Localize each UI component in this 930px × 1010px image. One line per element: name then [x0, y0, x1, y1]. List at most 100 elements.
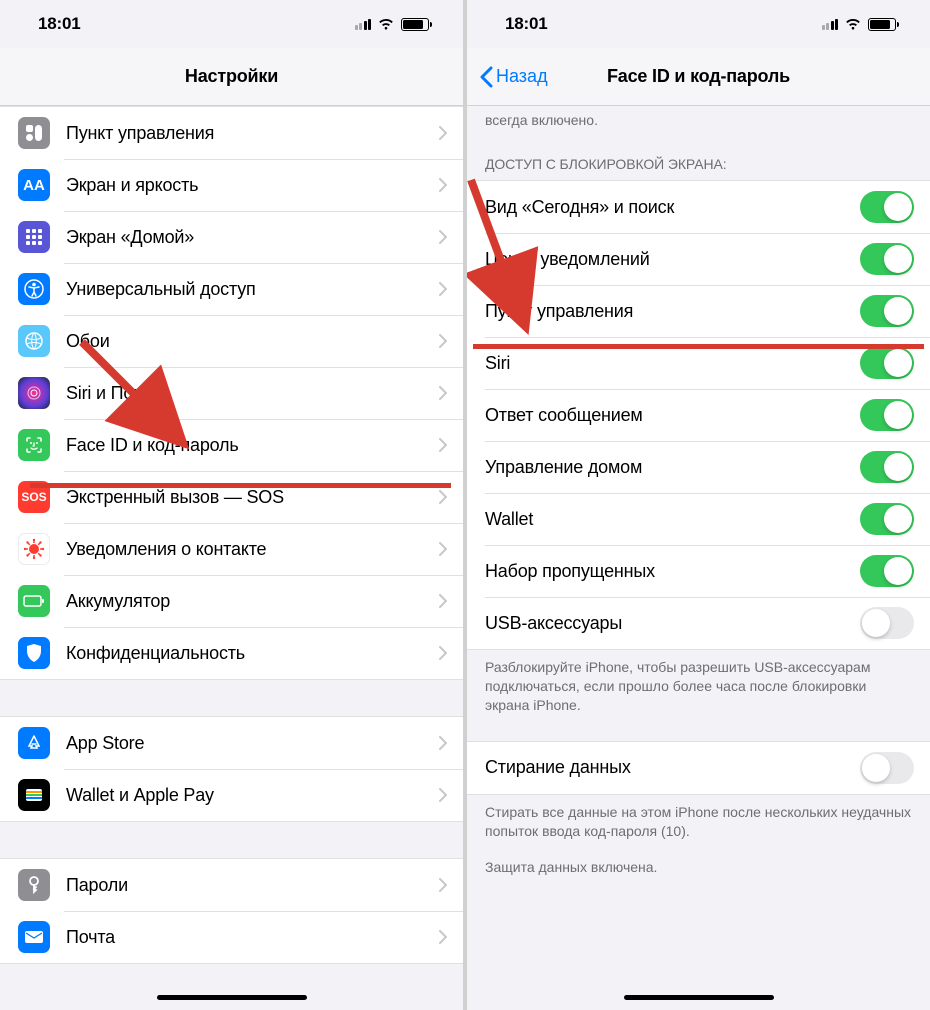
switch-control-center[interactable] — [860, 295, 914, 327]
toggle-label: Пункт управления — [485, 301, 860, 322]
row-label: Пароли — [66, 875, 439, 896]
right-phone: 18:01 Назад Face ID и код-пароль всегда … — [467, 0, 930, 1010]
home-indicator[interactable] — [157, 995, 307, 1000]
row-label: Wallet и Apple Pay — [66, 785, 439, 806]
toggle-today-view: Вид «Сегодня» и поиск — [467, 181, 930, 233]
toggle-label: Wallet — [485, 509, 860, 530]
back-button[interactable]: Назад — [479, 66, 548, 88]
row-label: Почта — [66, 927, 439, 948]
navbar: Настройки — [0, 48, 463, 106]
display-icon: AA — [18, 169, 50, 201]
switch-reply-message[interactable] — [860, 399, 914, 431]
toggle-return-missed: Набор пропущенных — [467, 545, 930, 597]
wallpaper-icon — [18, 325, 50, 357]
row-privacy[interactable]: Конфиденциальность — [0, 627, 463, 679]
wifi-icon — [377, 17, 395, 31]
toggle-reply-with-message: Ответ сообщением — [467, 389, 930, 441]
row-face-id-passcode[interactable]: Face ID и код-пароль — [0, 419, 463, 471]
toggle-label: Вид «Сегодня» и поиск — [485, 197, 860, 218]
chevron-right-icon — [439, 230, 447, 244]
row-label: Face ID и код-пароль — [66, 435, 439, 456]
usb-footer-text: Разблокируйте iPhone, чтобы разрешить US… — [467, 650, 930, 723]
row-display-brightness[interactable]: AA Экран и яркость — [0, 159, 463, 211]
row-accessibility[interactable]: Универсальный доступ — [0, 263, 463, 315]
section-header: ДОСТУП С БЛОКИРОВКОЙ ЭКРАНА: — [467, 138, 930, 180]
switch-usb-accessories[interactable] — [860, 607, 914, 639]
mail-icon — [18, 921, 50, 953]
chevron-right-icon — [439, 334, 447, 348]
row-label: Конфиденциальность — [66, 643, 439, 664]
chevron-right-icon — [439, 282, 447, 296]
toggle-erase-data: Стирание данных — [467, 742, 930, 794]
status-clock: 18:01 — [505, 14, 547, 34]
app-store-icon — [18, 727, 50, 759]
status-bar: 18:01 — [0, 0, 463, 48]
settings-list[interactable]: Пункт управления AA Экран и яркость Экра… — [0, 106, 463, 1010]
toggle-notification-center: Центр уведомлений — [467, 233, 930, 285]
row-wallet-apple-pay[interactable]: Wallet и Apple Pay — [0, 769, 463, 821]
toggle-label: Управление домом — [485, 457, 860, 478]
chevron-right-icon — [439, 646, 447, 660]
row-siri-search[interactable]: Siri и Поиск — [0, 367, 463, 419]
switch-wallet[interactable] — [860, 503, 914, 535]
siri-icon — [18, 377, 50, 409]
toggle-label: Siri — [485, 353, 860, 374]
chevron-right-icon — [439, 386, 447, 400]
row-battery[interactable]: Аккумулятор — [0, 575, 463, 627]
battery-icon — [401, 18, 429, 31]
toggle-control-center: Пункт управления — [467, 285, 930, 337]
row-label: Уведомления о контакте — [66, 539, 439, 560]
row-mail[interactable]: Почта — [0, 911, 463, 963]
row-app-store[interactable]: App Store — [0, 717, 463, 769]
chevron-right-icon — [439, 542, 447, 556]
switch-today-view[interactable] — [860, 191, 914, 223]
row-control-center[interactable]: Пункт управления — [0, 107, 463, 159]
face-id-icon — [18, 429, 50, 461]
switch-return-missed[interactable] — [860, 555, 914, 587]
toggle-label: Центр уведомлений — [485, 249, 860, 270]
chevron-left-icon — [479, 66, 493, 88]
data-protection-text: Защита данных включена. — [467, 848, 930, 885]
row-label: App Store — [66, 733, 439, 754]
row-exposure-notifications[interactable]: Уведомления о контакте — [0, 523, 463, 575]
left-phone: 18:01 Настройки Пункт управления AA — [0, 0, 463, 1010]
toggle-label: Набор пропущенных — [485, 561, 860, 582]
cellular-signal-icon — [355, 19, 372, 30]
row-label: Универсальный доступ — [66, 279, 439, 300]
page-title: Face ID и код-пароль — [607, 66, 790, 87]
home-screen-icon — [18, 221, 50, 253]
battery-icon — [18, 585, 50, 617]
row-label: Siri и Поиск — [66, 383, 439, 404]
chevron-right-icon — [439, 878, 447, 892]
row-home-screen[interactable]: Экран «Домой» — [0, 211, 463, 263]
toggle-label: Ответ сообщением — [485, 405, 860, 426]
annotation-underline — [30, 483, 451, 488]
switch-notification-center[interactable] — [860, 243, 914, 275]
toggle-home-control: Управление домом — [467, 441, 930, 493]
toggle-usb-accessories: USB-аксессуары — [467, 597, 930, 649]
chevron-right-icon — [439, 490, 447, 504]
row-label: Пункт управления — [66, 123, 439, 144]
chevron-right-icon — [439, 930, 447, 944]
back-label: Назад — [496, 66, 548, 87]
toggle-label: USB-аксессуары — [485, 613, 860, 634]
covid-icon — [18, 533, 50, 565]
row-wallpaper[interactable]: Обои — [0, 315, 463, 367]
chevron-right-icon — [439, 594, 447, 608]
chevron-right-icon — [439, 438, 447, 452]
switch-home-control[interactable] — [860, 451, 914, 483]
wifi-icon — [844, 17, 862, 31]
chevron-right-icon — [439, 736, 447, 750]
annotation-underline — [473, 344, 924, 349]
row-passwords[interactable]: Пароли — [0, 859, 463, 911]
home-indicator[interactable] — [624, 995, 774, 1000]
row-label: Экстренный вызов — SOS — [66, 487, 439, 508]
accessibility-icon — [18, 273, 50, 305]
switch-erase-data[interactable] — [860, 752, 914, 784]
switch-siri[interactable] — [860, 347, 914, 379]
partial-footer-text: всегда включено. — [467, 106, 930, 138]
row-emergency-sos[interactable]: SOS Экстренный вызов — SOS — [0, 471, 463, 523]
faceid-settings[interactable]: всегда включено. ДОСТУП С БЛОКИРОВКОЙ ЭК… — [467, 106, 930, 1010]
status-bar: 18:01 — [467, 0, 930, 48]
battery-icon — [868, 18, 896, 31]
